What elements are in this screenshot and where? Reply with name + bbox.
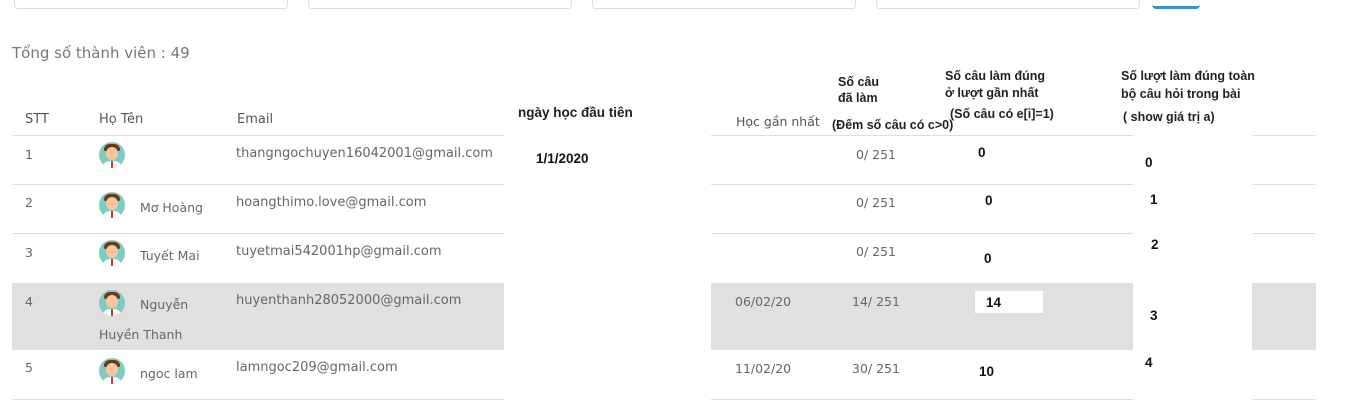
row-done: 14/ 251 [852,294,900,309]
row-name[interactable]: ngoc lam [140,366,198,381]
row-name[interactable]: Tuyết Mai [140,248,200,263]
row-name-line2[interactable]: Huyền Thanh [99,327,182,342]
row-email[interactable]: huyenthanh28052000@gmail.com [236,293,461,308]
row-done: 0/ 251 [856,244,896,259]
row-last-study: 11/02/20 [735,361,792,376]
avatar [99,358,125,384]
row-name[interactable]: Mơ Hoàng [140,200,203,215]
row-email[interactable]: tuyetmai542001hp@gmail.com [236,244,442,259]
row-email[interactable]: lamngoc209@gmail.com [236,360,398,375]
col-header-name: Họ Tên [99,112,144,127]
row-stt: 2 [25,195,33,210]
filter-field-4[interactable] [876,0,1140,9]
col-header-full-3: ( show giá trị a) [1123,110,1215,124]
col-header-correct-1: Số câu làm đúng [945,69,1046,83]
member-count: Tổng số thành viên : 49 [12,44,190,62]
col-header-full-1: Số lượt làm đúng toàn [1121,69,1255,83]
avatar [99,240,125,266]
row-full: 4 [1145,355,1153,370]
row-correct: 0 [985,193,993,208]
filter-button[interactable] [1152,0,1200,9]
row-email[interactable]: thangngochuyen16042001@gmail.com [236,146,493,161]
col-header-last-study: Học gần nhất [736,114,820,129]
row-full: 3 [1150,308,1158,323]
row-first-day: 1/1/2020 [536,151,589,166]
row-stt: 5 [25,360,33,375]
row-stt: 4 [25,294,33,309]
avatar [99,142,125,168]
col-header-full-2: bộ câu hỏi trong bài [1121,87,1241,101]
col-header-correct-2: ở lượt gần nhất [945,86,1039,100]
filter-field-3[interactable] [592,0,856,9]
filter-field-1[interactable] [14,0,288,9]
row-stt: 3 [25,245,33,260]
row-full: 1 [1150,192,1158,207]
row-full: 2 [1151,237,1159,252]
col-header-stt: STT [25,112,49,127]
row-correct: 0 [984,251,992,266]
col-header-correct-3: (Số câu có e[i]=1) [950,107,1054,121]
row-done: 30/ 251 [852,361,900,376]
col-header-done-3: (Đếm số câu có c>0) [832,118,954,132]
col-header-done-1: Số câu [838,75,879,89]
row-highlight-end [1252,283,1316,350]
filter-bar [0,0,1347,12]
row-correct: 10 [979,364,995,379]
row-stt: 1 [25,147,33,162]
row-full: 0 [1145,155,1153,170]
col-header-first-day: ngày học đầu tiên [518,105,633,120]
row-done: 0/ 251 [856,195,896,210]
row-done: 0/ 251 [856,147,896,162]
row-correct: 0 [978,145,986,160]
col-header-done-2: đã làm [838,91,878,105]
avatar [99,290,125,316]
col-header-email: Email [237,112,274,127]
row-name[interactable]: Nguyễn [140,297,188,312]
row-last-study: 06/02/20 [735,294,792,309]
filter-field-2[interactable] [308,0,572,9]
row-correct: 14 [986,295,1002,310]
avatar [99,192,125,218]
row-email[interactable]: hoangthimo.love@gmail.com [236,195,426,210]
